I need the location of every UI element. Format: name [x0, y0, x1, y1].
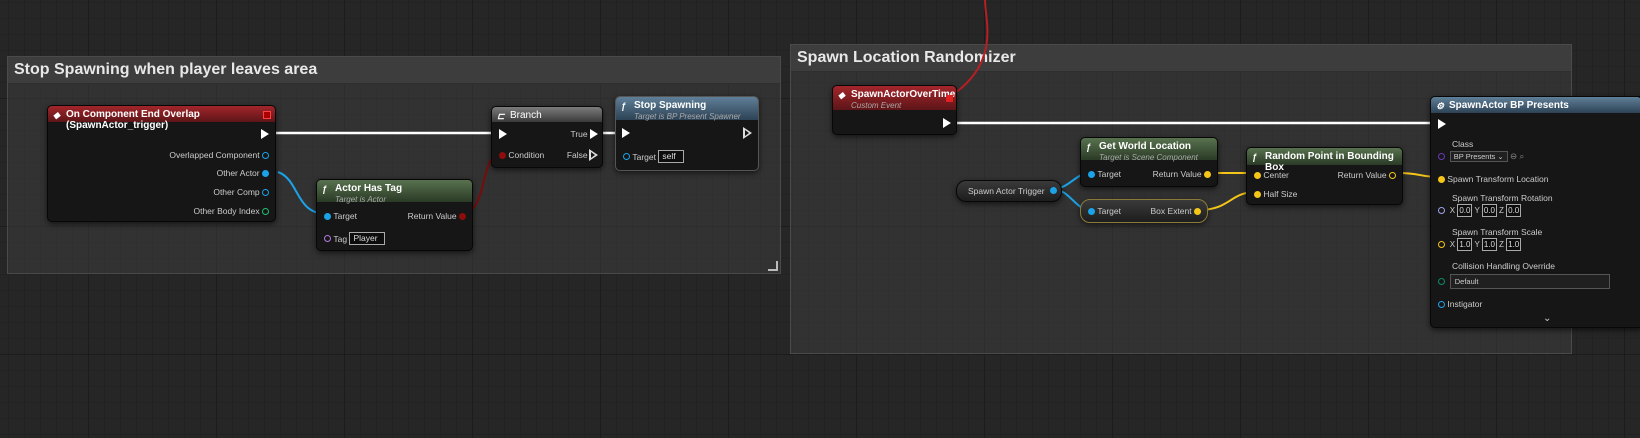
pin-other-comp[interactable]: Other Comp	[213, 187, 269, 197]
node-header: ◆ SpawnActorOverTime Custom Event	[833, 86, 956, 110]
pin-half-size[interactable]: Half Size	[1254, 189, 1297, 199]
scale-x: X 1.0	[1449, 238, 1473, 251]
node-title: SpawnActor BP Presents	[1449, 100, 1569, 111]
class-dropdown[interactable]: BP Presents ⌄	[1449, 151, 1508, 162]
node-header: ⊏ Branch	[492, 107, 602, 122]
pin-target[interactable]: Target	[324, 211, 357, 221]
pin-output[interactable]	[1050, 187, 1057, 194]
node-subtitle: Target is Actor	[335, 195, 386, 204]
node-subtitle: Target is Scene Component	[1099, 153, 1198, 162]
chevron-down-icon[interactable]: ⌄	[1543, 313, 1551, 324]
event-diamond-icon: ◆	[838, 90, 845, 100]
pin-tag[interactable]: Tag Player	[324, 232, 386, 245]
scale-y: Y 1.0	[1474, 238, 1497, 251]
rot-z: Z 0.0	[1499, 204, 1522, 217]
exec-out-pin[interactable]	[261, 129, 269, 139]
node-header: ƒ Stop Spawning Target is BP Present Spa…	[616, 97, 758, 121]
pin-target[interactable]: Target	[1088, 169, 1121, 179]
node-header: ƒ Actor Has Tag Target is Actor	[317, 180, 472, 204]
actor-has-tag-node[interactable]: ƒ Actor Has Tag Target is Actor Target R…	[316, 179, 473, 251]
collision-label: Collision Handling Override	[1452, 261, 1555, 271]
node-title: On Component End Overlap (SpawnActor_tri…	[66, 109, 200, 131]
node-header: ◆ On Component End Overlap (SpawnActor_t…	[48, 106, 275, 131]
event-end-overlap-node[interactable]: ◆ On Component End Overlap (SpawnActor_t…	[47, 105, 276, 222]
pin-overlapped-component[interactable]: Overlapped Component	[169, 150, 269, 160]
scale-label: Spawn Transform Scale	[1452, 227, 1543, 237]
exec-out-pin[interactable]	[743, 127, 752, 139]
exec-in-pin[interactable]	[622, 128, 630, 138]
node-title: Stop Spawning	[634, 100, 707, 111]
pin-return-value[interactable]: Return Value	[1338, 170, 1396, 180]
spawn-actor-trigger-ref[interactable]: Spawn Actor Trigger	[956, 180, 1062, 202]
pin-center[interactable]: Center	[1254, 170, 1289, 180]
rot-y: Y 0.0	[1474, 204, 1497, 217]
rot-x: X 0.0	[1449, 204, 1473, 217]
random-point-node[interactable]: ƒ Random Point in Bounding Box Center Re…	[1246, 147, 1403, 205]
collision-dropdown[interactable]: Default	[1449, 274, 1610, 289]
node-title: Branch	[510, 110, 542, 121]
pin-instigator[interactable]: Instigator	[1438, 299, 1482, 309]
function-icon: ƒ	[1086, 142, 1092, 152]
pin-spawn-location[interactable]: Spawn Transform Location	[1438, 174, 1548, 184]
branch-node[interactable]: ⊏ Branch True Condition False	[491, 106, 603, 168]
pin-false[interactable]: False	[567, 149, 598, 161]
node-header: ƒ Get World Location Target is Scene Com…	[1081, 138, 1217, 162]
pin-return-value[interactable]: Return Value	[408, 211, 466, 221]
exec-in-pin[interactable]	[499, 129, 507, 139]
target-self-field[interactable]: self	[658, 150, 685, 163]
stop-spawning-node[interactable]: ƒ Stop Spawning Target is BP Present Spa…	[615, 96, 759, 171]
node-subtitle: Target is BP Present Spawner	[634, 112, 741, 121]
scale-z: Z 1.0	[1499, 238, 1522, 251]
class-label: Class	[1452, 139, 1474, 149]
search-icon[interactable]: ⌕	[1520, 151, 1525, 162]
pin-spawn-rotation[interactable]: X 0.0 Y 0.0 Z 0.0	[1438, 204, 1523, 217]
pin-condition[interactable]: Condition	[499, 150, 544, 160]
clear-icon[interactable]: ⊖	[1510, 151, 1517, 162]
node-subtitle: Custom Event	[851, 101, 902, 110]
rotation-label: Spawn Transform Rotation	[1452, 193, 1553, 203]
pin-target[interactable]: Target	[1088, 206, 1121, 216]
tag-input[interactable]: Player	[349, 232, 386, 245]
pin-spawn-scale[interactable]: X 1.0 Y 1.0 Z 1.0	[1438, 238, 1523, 251]
event-diamond-icon: ◆	[53, 110, 60, 120]
node-title: SpawnActorOverTime	[851, 89, 956, 100]
delegate-icon	[263, 111, 271, 119]
pin-other-actor[interactable]: Other Actor	[217, 168, 269, 178]
spawn-actor-node[interactable]: ⚙ SpawnActor BP Presents Class BP Presen…	[1430, 96, 1640, 328]
pin-collision-override[interactable]: Default	[1438, 274, 1610, 289]
node-title: Get World Location	[1099, 141, 1192, 152]
delegate-icon	[946, 95, 953, 102]
pin-true[interactable]: True	[570, 129, 598, 139]
branch-icon: ⊏	[497, 111, 505, 121]
node-header: ⚙ SpawnActor BP Presents	[1431, 97, 1640, 113]
pin-class[interactable]: BP Presents ⌄ ⊖ ⌕	[1438, 151, 1524, 162]
get-world-location-node[interactable]: ƒ Get World Location Target is Scene Com…	[1080, 137, 1218, 187]
get-bounds-node[interactable]: Target Box Extent	[1080, 199, 1208, 223]
function-icon: ƒ	[322, 184, 328, 194]
node-title: Actor Has Tag	[335, 183, 403, 194]
function-icon: ƒ	[621, 101, 627, 111]
pin-target[interactable]: Target self	[623, 150, 685, 163]
variable-label: Spawn Actor Trigger	[968, 186, 1045, 196]
pin-box-extent[interactable]: Box Extent	[1151, 206, 1201, 216]
exec-out-pin[interactable]	[943, 118, 951, 128]
pin-return-value[interactable]: Return Value	[1153, 169, 1211, 179]
spawn-actor-over-time-event[interactable]: ◆ SpawnActorOverTime Custom Event	[832, 85, 957, 135]
function-icon: ƒ	[1252, 152, 1258, 162]
pin-other-body-index[interactable]: Other Body Index	[193, 206, 269, 216]
spawn-icon: ⚙	[1436, 101, 1445, 111]
node-header: ƒ Random Point in Bounding Box	[1247, 148, 1402, 173]
exec-in-pin[interactable]	[1438, 119, 1446, 129]
